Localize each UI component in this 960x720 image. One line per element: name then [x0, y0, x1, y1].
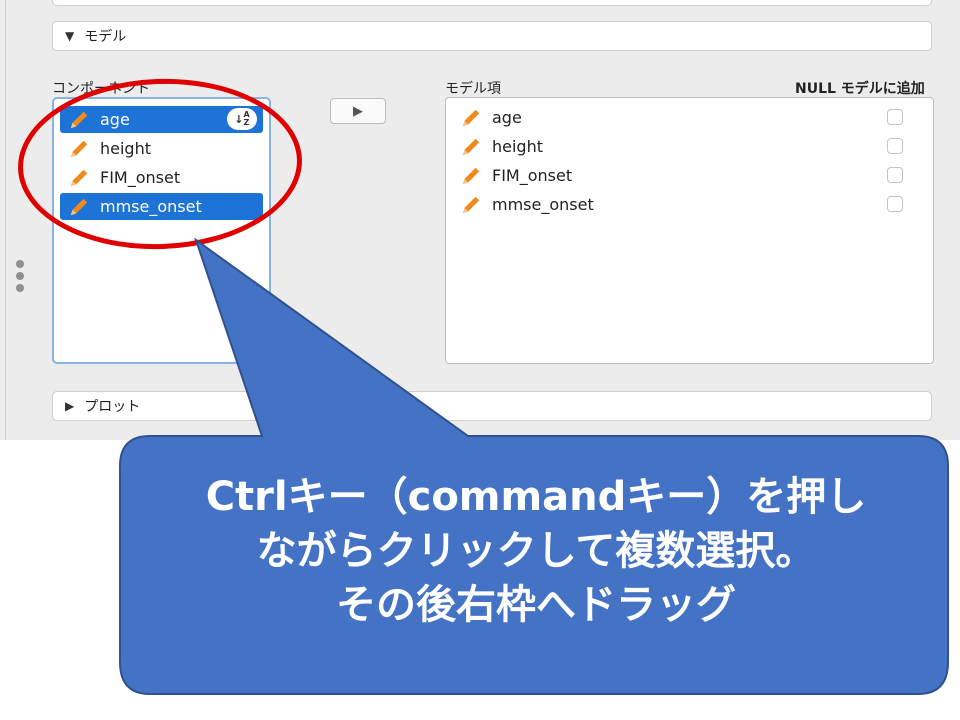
callout-line-3: その後右枠へドラッグ	[336, 582, 736, 628]
callout-text: Ctrlキー（commandキー）を押し ながらクリックして複数選択。 その後右…	[126, 470, 946, 670]
callout-line-1: Ctrlキー（commandキー）を押し	[205, 474, 867, 520]
callout-line-2: ながらクリックして複数選択。	[256, 528, 816, 574]
